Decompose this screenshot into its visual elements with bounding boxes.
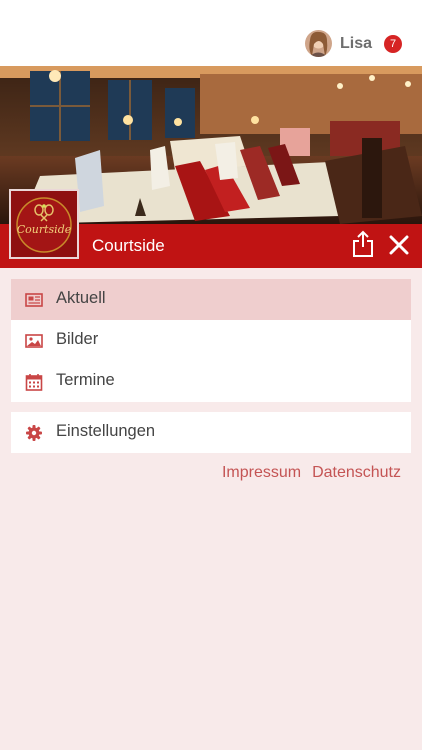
menu-item-label: Termine <box>56 371 115 389</box>
close-icon[interactable] <box>387 233 411 257</box>
menu-item-einstellungen[interactable]: Einstellungen <box>11 412 411 453</box>
settings-menu: Einstellungen <box>11 412 411 453</box>
club-name: Courtside <box>92 236 165 255</box>
newspaper-icon <box>25 293 43 307</box>
calendar-icon <box>25 374 43 391</box>
main-menu: Aktuell Bilder Termine <box>11 279 411 402</box>
footer-links: Impressum Datenschutz <box>222 464 401 482</box>
menu-item-bilder[interactable]: Bilder <box>11 320 411 361</box>
avatar[interactable] <box>304 30 332 57</box>
gear-icon <box>26 425 42 441</box>
menu-item-label: Bilder <box>56 330 99 348</box>
top-bar: Lisa 7 <box>0 0 422 66</box>
user-name[interactable]: Lisa <box>340 35 372 53</box>
menu-item-termine[interactable]: Termine <box>11 361 411 402</box>
impressum-link[interactable]: Impressum <box>222 464 301 482</box>
menu-item-aktuell[interactable]: Aktuell <box>11 279 411 320</box>
club-logo: Courtside <box>9 189 79 259</box>
logo-text: Courtside <box>17 223 72 236</box>
share-icon[interactable] <box>350 230 376 258</box>
menu-item-label: Einstellungen <box>56 422 156 440</box>
datenschutz-link[interactable]: Datenschutz <box>312 464 401 482</box>
user-profile[interactable]: Lisa 7 <box>304 30 402 57</box>
menu-item-label: Aktuell <box>56 289 106 307</box>
image-icon <box>25 334 43 348</box>
notification-badge[interactable]: 7 <box>384 34 402 53</box>
